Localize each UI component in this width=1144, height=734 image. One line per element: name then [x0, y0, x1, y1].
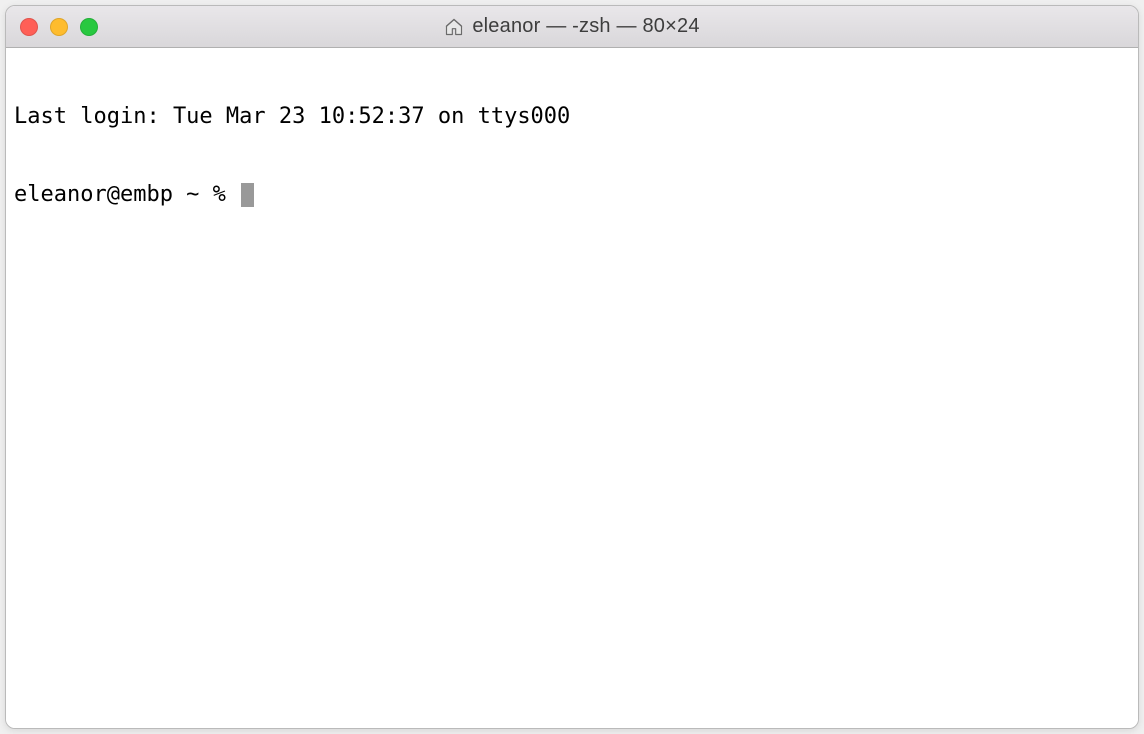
titlebar[interactable]: eleanor — -zsh — 80×24 — [6, 6, 1138, 48]
last-login-line: Last login: Tue Mar 23 10:52:37 on ttys0… — [14, 104, 1130, 130]
cursor — [241, 183, 254, 207]
minimize-button[interactable] — [50, 18, 68, 36]
zoom-button[interactable] — [80, 18, 98, 36]
close-button[interactable] — [20, 18, 38, 36]
prompt-line: eleanor@embp ~ % — [14, 182, 1130, 208]
window-title-wrap: eleanor — -zsh — 80×24 — [6, 15, 1138, 38]
terminal-window: eleanor — -zsh — 80×24 Last login: Tue M… — [5, 5, 1139, 729]
traffic-lights — [6, 18, 98, 36]
window-title: eleanor — -zsh — 80×24 — [472, 15, 699, 38]
terminal-body[interactable]: Last login: Tue Mar 23 10:52:37 on ttys0… — [6, 48, 1138, 728]
prompt-text: eleanor@embp ~ % — [14, 182, 239, 208]
home-icon — [444, 17, 464, 37]
